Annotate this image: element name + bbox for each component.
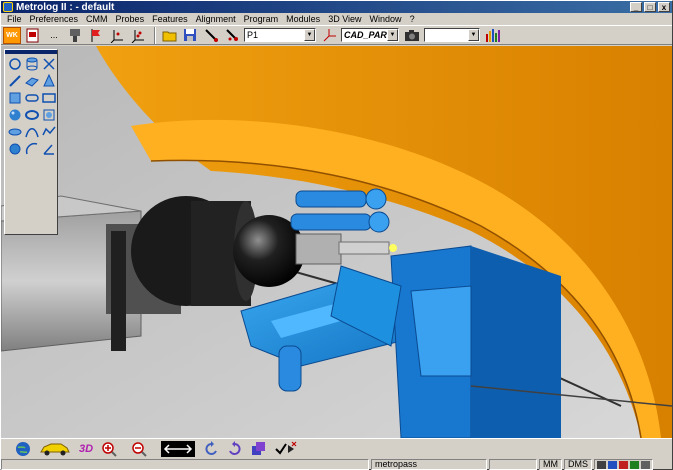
flag-icon[interactable]	[87, 27, 105, 44]
status-units: MM	[539, 458, 562, 470]
fixture-plate	[410, 285, 472, 377]
menu-preferences[interactable]: Preferences	[26, 14, 83, 24]
more-button[interactable]: ...	[45, 27, 63, 44]
3d-view-label: 3D	[79, 442, 94, 455]
3d-view-icon[interactable]: 3D	[79, 440, 93, 457]
indicator-icon	[608, 460, 617, 469]
cylinder-measure-icon[interactable]	[24, 56, 40, 72]
menu-features[interactable]: Features	[148, 14, 192, 24]
menu-3d-view[interactable]: 3D View	[324, 14, 365, 24]
plane-icon[interactable]	[24, 73, 40, 89]
view-toolbar: 3D	[1, 438, 672, 458]
torus-icon[interactable]	[24, 107, 40, 123]
palette-grid	[7, 56, 57, 157]
indicator-icon	[630, 460, 639, 469]
palette-grip[interactable]	[5, 50, 57, 54]
probe-head-icon[interactable]	[66, 27, 84, 44]
fixture-knob	[278, 345, 302, 392]
indicator-icon	[619, 460, 628, 469]
fixture-column-side	[471, 246, 561, 438]
menu-program[interactable]: Program	[240, 14, 283, 24]
metrolog-window: Metrolog II : - default _ □ x File Prefe…	[0, 0, 673, 470]
menu-file[interactable]: File	[3, 14, 26, 24]
line-icon[interactable]	[7, 73, 23, 89]
main-toolbar: WK ... P1 ▼ CAD_PAR ▼ ▼	[1, 25, 672, 45]
status-bar: metropass MM DMS	[1, 458, 672, 470]
rotate-right-icon[interactable]	[227, 440, 243, 457]
menu-modules[interactable]: Modules	[282, 14, 324, 24]
cmm-arm-plate	[111, 231, 126, 351]
axis-points-icon[interactable]	[129, 27, 147, 44]
point-icon[interactable]	[41, 56, 57, 72]
angle-icon[interactable]	[41, 141, 57, 157]
arc-icon[interactable]	[24, 141, 40, 157]
coordinate-system-icon[interactable]	[320, 27, 338, 44]
surface-icon[interactable]	[41, 107, 57, 123]
globe-icon[interactable]	[15, 440, 31, 457]
zoom-fit-icon[interactable]	[161, 440, 196, 457]
indicator-icon	[641, 460, 650, 469]
cad-part-select-value: CAD_PART	[344, 30, 387, 40]
indicator-icon	[597, 460, 606, 469]
maximize-button[interactable]: □	[644, 2, 656, 12]
probe-select[interactable]: P1 ▼	[244, 28, 316, 42]
probe-stylus	[338, 241, 390, 255]
status-message	[1, 458, 369, 470]
circle-2d-icon[interactable]	[7, 141, 23, 157]
menu-cmm[interactable]: CMM	[82, 14, 112, 24]
document-icon[interactable]	[24, 27, 42, 44]
profile-icon[interactable]	[41, 124, 57, 140]
menu-help[interactable]: ?	[406, 14, 419, 24]
minimize-button[interactable]: _	[630, 2, 642, 12]
status-user: metropass	[371, 458, 487, 470]
cone-icon[interactable]	[41, 73, 57, 89]
save-icon[interactable]	[181, 27, 199, 44]
status-angle-format: DMS	[564, 458, 592, 470]
zoom-out-icon[interactable]	[131, 440, 153, 457]
app-icon	[3, 2, 13, 12]
check-play-icon[interactable]	[275, 440, 297, 457]
3d-viewport[interactable]	[1, 46, 672, 438]
view-select[interactable]: ▼	[424, 28, 480, 42]
zoom-in-icon[interactable]	[101, 440, 123, 457]
camera-icon[interactable]	[403, 27, 421, 44]
square-icon[interactable]	[7, 90, 23, 106]
open-folder-icon[interactable]	[160, 27, 178, 44]
probe-tip-icon[interactable]	[223, 27, 241, 44]
chevron-down-icon[interactable]: ▼	[468, 29, 479, 41]
window-title: Metrolog II : - default	[16, 1, 115, 13]
car-icon[interactable]	[39, 440, 71, 457]
chevron-down-icon[interactable]: ▼	[387, 29, 398, 41]
close-button[interactable]: x	[658, 2, 670, 12]
workspace-button[interactable]: WK	[3, 26, 21, 44]
rotate-left-icon[interactable]	[203, 440, 219, 457]
status-empty	[489, 458, 537, 470]
ellipse-icon[interactable]	[7, 124, 23, 140]
curve-icon[interactable]	[24, 124, 40, 140]
title-bar: Metrolog II : - default _ □ x	[1, 1, 672, 13]
menu-bar: File Preferences CMM Probes Features Ali…	[1, 13, 672, 25]
cad-part-select[interactable]: CAD_PART ▼	[341, 28, 399, 42]
menu-alignment[interactable]: Alignment	[192, 14, 240, 24]
sphere-icon[interactable]	[7, 107, 23, 123]
circle-measure-icon[interactable]	[7, 56, 23, 72]
probe-tip	[389, 244, 397, 252]
axis-xyz-icon[interactable]	[108, 27, 126, 44]
slot-icon[interactable]	[24, 90, 40, 106]
rectangle-icon[interactable]	[41, 90, 57, 106]
layers-icon[interactable]	[251, 440, 267, 457]
statistics-icon[interactable]	[484, 27, 502, 44]
probe-calibrate-icon[interactable]	[202, 27, 220, 44]
probe-select-value: P1	[247, 30, 259, 40]
menu-window[interactable]: Window	[366, 14, 406, 24]
toolbar-separator	[154, 26, 156, 44]
menu-probes[interactable]: Probes	[112, 14, 149, 24]
chevron-down-icon[interactable]: ▼	[304, 29, 315, 41]
probe-extension	[295, 233, 342, 265]
status-indicators	[594, 458, 653, 470]
measure-tool-palette	[4, 49, 58, 235]
